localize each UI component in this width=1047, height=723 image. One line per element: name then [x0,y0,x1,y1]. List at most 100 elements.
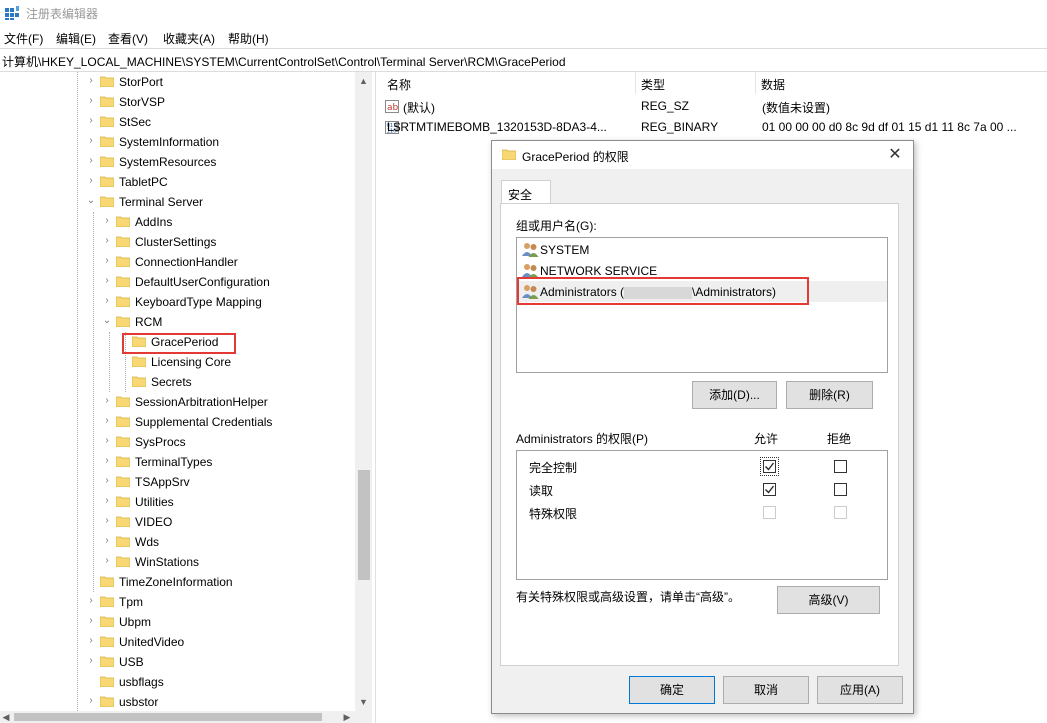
tree-item[interactable]: › Ubpm [0,612,355,632]
tree-item[interactable]: Secrets [0,372,355,392]
chevron-right-icon[interactable]: › [86,636,96,646]
tree-item[interactable]: › SystemResources [0,152,355,172]
tree-item[interactable]: › StorVSP [0,92,355,112]
chevron-right-icon[interactable]: › [86,656,96,666]
column-separator[interactable] [635,72,636,94]
chevron-right-icon[interactable]: › [102,456,112,466]
tree-item[interactable]: › SysProcs [0,432,355,452]
tree-vertical-thumb[interactable] [358,470,370,580]
chevron-down-icon[interactable]: ⌄ [102,316,112,326]
folder-icon [132,356,146,367]
chevron-right-icon[interactable]: › [86,116,96,126]
value-name: (默认) [403,101,435,115]
tree-item[interactable]: › ClusterSettings [0,232,355,252]
chevron-right-icon[interactable]: › [102,396,112,406]
list-item[interactable]: SYSTEM [517,239,887,260]
tree-item[interactable]: › TerminalTypes [0,452,355,472]
chevron-right-icon[interactable]: › [86,616,96,626]
chevron-right-icon[interactable]: › [102,516,112,526]
folder-icon [116,216,130,227]
tree-item[interactable]: › ConnectionHandler [0,252,355,272]
chevron-right-icon[interactable]: › [102,216,112,226]
scroll-up-icon[interactable]: ▲ [355,76,372,86]
close-icon[interactable]: ✕ [885,144,905,164]
apply-button[interactable]: 应用(A) [817,676,903,704]
tree-item[interactable]: › StSec [0,112,355,132]
address-path[interactable]: 计算机\HKEY_LOCAL_MACHINE\SYSTEM\CurrentCon… [2,53,566,70]
tree-item[interactable]: › Wds [0,532,355,552]
column-header-type[interactable]: 类型 [641,76,665,93]
tree-item[interactable]: › VIDEO [0,512,355,532]
chevron-right-icon[interactable]: › [102,416,112,426]
tree-item[interactable]: › AddIns [0,212,355,232]
chevron-right-icon[interactable]: › [86,696,96,706]
tree-item[interactable]: › SessionArbitrationHelper [0,392,355,412]
tree-horizontal-thumb[interactable] [14,713,322,721]
chevron-right-icon[interactable]: › [102,536,112,546]
tree-item[interactable]: › Utilities [0,492,355,512]
remove-button[interactable]: 删除(R) [786,381,873,409]
scroll-down-icon[interactable]: ▼ [355,697,372,707]
menu-help[interactable]: 帮助(H) [228,30,269,47]
folder-icon [116,236,130,247]
column-header-data[interactable]: 数据 [761,76,785,93]
folder-icon [116,316,130,327]
pane-splitter[interactable] [375,72,376,723]
tree-item[interactable]: › StorPort [0,72,355,92]
chevron-right-icon[interactable]: › [86,96,96,106]
chevron-right-icon[interactable]: › [102,276,112,286]
column-separator[interactable] [755,72,756,94]
tree-item[interactable]: › USB [0,652,355,672]
advanced-button[interactable]: 高级(V) [777,586,880,614]
tree-item[interactable]: › usbstor [0,692,355,712]
tree-item[interactable]: usbflags [0,672,355,692]
cancel-button[interactable]: 取消 [723,676,809,704]
ok-button[interactable]: 确定 [629,676,715,704]
user-list[interactable]: SYSTEM NETWORK SERVICE Administrators (\… [516,237,888,373]
add-button[interactable]: 添加(D)... [692,381,777,409]
selected-user-highlight [517,277,809,305]
chevron-right-icon[interactable]: › [102,556,112,566]
chevron-right-icon[interactable]: › [86,156,96,166]
chevron-right-icon[interactable]: › [102,296,112,306]
tree-item[interactable]: › UnitedVideo [0,632,355,652]
menu-edit[interactable]: 编辑(E) [56,30,96,47]
allow-checkbox[interactable] [760,457,779,476]
chevron-right-icon[interactable]: › [102,236,112,246]
deny-checkbox[interactable] [834,460,847,473]
tree-vertical-scrollbar[interactable] [355,72,372,711]
chevron-right-icon[interactable]: › [86,176,96,186]
tree-item[interactable]: ⌄ RCM [0,312,355,332]
tree-item[interactable]: › Supplemental Credentials [0,412,355,432]
tree-item[interactable]: › WinStations [0,552,355,572]
scroll-left-icon[interactable]: ◀ [0,712,12,723]
chevron-down-icon[interactable]: ⌄ [86,196,96,206]
column-header-name[interactable]: 名称 [387,76,411,93]
tree-item[interactable]: Licensing Core [0,352,355,372]
tree-item[interactable]: › DefaultUserConfiguration [0,272,355,292]
allow-checkbox[interactable] [763,483,776,496]
chevron-right-icon[interactable]: › [102,436,112,446]
list-item[interactable]: ab (默认) REG_SZ (数值未设置) [378,96,1047,116]
menu-file[interactable]: 文件(F) [4,30,43,47]
menu-favorites[interactable]: 收藏夹(A) [163,30,215,47]
deny-checkbox[interactable] [834,483,847,496]
tree-item[interactable]: › SystemInformation [0,132,355,152]
list-item[interactable]: 011 110 L$RTMTIMEBOMB_1320153D-8DA3-4...… [378,117,1047,137]
chevron-right-icon[interactable]: › [86,136,96,146]
tree-item[interactable]: › TSAppSrv [0,472,355,492]
chevron-right-icon[interactable]: › [86,596,96,606]
chevron-right-icon[interactable]: › [102,496,112,506]
chevron-right-icon[interactable]: › [102,476,112,486]
tree-item[interactable]: › KeyboardType Mapping [0,292,355,312]
tree-item[interactable]: ⌄ Terminal Server [0,192,355,212]
chevron-right-icon[interactable]: › [102,256,112,266]
tab-security[interactable]: 安全 [501,180,551,204]
chevron-right-icon[interactable]: › [86,76,96,86]
address-bar[interactable]: 计算机\HKEY_LOCAL_MACHINE\SYSTEM\CurrentCon… [0,48,1047,72]
tree-item[interactable]: › TabletPC [0,172,355,192]
menu-view[interactable]: 查看(V) [108,30,148,47]
tree-item[interactable]: › Tpm [0,592,355,612]
scroll-right-icon[interactable]: ▶ [341,712,353,723]
tree-item[interactable]: TimeZoneInformation [0,572,355,592]
